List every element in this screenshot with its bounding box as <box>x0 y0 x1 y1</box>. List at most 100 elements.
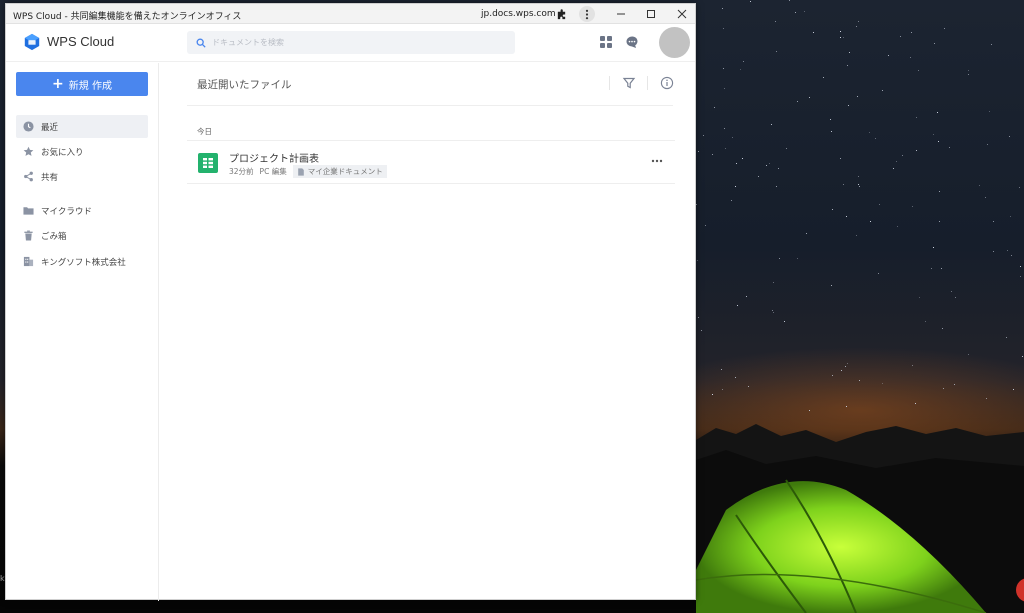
wps-logo-icon[interactable] <box>23 33 41 51</box>
star <box>737 305 738 306</box>
star <box>847 363 848 364</box>
star <box>746 296 747 297</box>
new-create-label: 新規 作成 <box>68 80 112 92</box>
divider <box>647 76 648 90</box>
sidebar-item-label: 最近 <box>41 122 59 133</box>
star <box>991 44 992 45</box>
title-bar: WPS Cloud - 共同編集機能を備えたオンラインオフィス jp.docs.… <box>6 4 695 24</box>
star <box>968 354 969 355</box>
star <box>840 158 841 159</box>
star <box>882 383 883 384</box>
star <box>840 31 841 32</box>
star <box>797 101 798 102</box>
star <box>847 65 848 66</box>
star <box>878 273 879 274</box>
star <box>701 330 702 331</box>
search-input[interactable] <box>212 38 502 47</box>
star <box>773 282 774 283</box>
star <box>925 321 926 322</box>
file-row[interactable]: プロジェクト計画表 32分前 PC 編集 マイ企業ドキュメント <box>187 141 675 184</box>
star <box>849 52 850 53</box>
divider <box>609 76 610 90</box>
star <box>1020 276 1021 277</box>
sidebar-item-label: ごみ箱 <box>41 231 67 242</box>
sidebar-item-trash[interactable]: ごみ箱 <box>16 224 148 247</box>
star <box>882 90 883 91</box>
star <box>848 105 849 106</box>
star <box>989 111 990 112</box>
minimize-icon[interactable] <box>613 6 629 22</box>
star <box>933 247 934 248</box>
puzzle-icon[interactable] <box>553 6 569 22</box>
star <box>797 258 798 259</box>
window-title: WPS Cloud - 共同編集機能を備えたオンラインオフィス <box>13 12 242 22</box>
chat-icon[interactable] <box>625 35 639 49</box>
star <box>743 61 744 62</box>
star <box>1011 255 1012 256</box>
close-icon[interactable] <box>674 6 690 22</box>
star <box>859 380 860 381</box>
location-badge[interactable]: マイ企業ドキュメント <box>292 165 387 178</box>
sidebar-item-recent[interactable]: 最近 <box>16 115 148 138</box>
star <box>949 147 950 148</box>
starry-sky <box>696 0 1024 430</box>
file-name[interactable]: プロジェクト計画表 <box>229 150 319 165</box>
file-action: PC 編集 <box>259 167 287 176</box>
sidebar-item-shared[interactable]: 共有 <box>16 165 148 188</box>
star <box>856 26 857 27</box>
star-icon <box>23 146 34 157</box>
star <box>916 150 917 151</box>
star <box>993 251 994 252</box>
star <box>858 21 859 22</box>
more-horizontal-icon[interactable] <box>651 155 663 166</box>
app-header: WPS Cloud <box>6 24 695 62</box>
star <box>916 117 917 118</box>
divider <box>187 105 673 106</box>
star <box>779 258 780 259</box>
filter-icon[interactable] <box>622 76 636 90</box>
star <box>1022 356 1023 357</box>
sidebar-item-company[interactable]: キングソフト株式会社 <box>16 250 148 273</box>
star <box>993 221 994 222</box>
star <box>939 191 940 192</box>
star <box>831 131 832 132</box>
star <box>698 151 699 152</box>
sidebar-item-my-cloud[interactable]: マイクラウド <box>16 199 148 222</box>
star <box>931 268 932 269</box>
url-text[interactable]: jp.docs.wps.com <box>481 9 556 19</box>
new-create-button[interactable]: + 新規 作成 <box>16 72 148 96</box>
desktop-edge-text: k <box>0 574 5 583</box>
star <box>703 135 704 136</box>
star <box>888 55 889 56</box>
page-title: 最近開いたファイル <box>197 79 292 91</box>
main-content: 最近開いたファイル 今日 プロジェクト計画表 32分前 PC 編集 マイ企業ドキ… <box>159 63 696 601</box>
star <box>823 77 824 78</box>
sidebar-item-favorites[interactable]: お気に入り <box>16 140 148 163</box>
star <box>809 410 810 411</box>
star <box>696 204 697 205</box>
star <box>858 176 859 177</box>
more-vertical-icon[interactable] <box>579 6 595 22</box>
star <box>831 285 832 286</box>
star <box>941 268 942 269</box>
star <box>870 221 871 222</box>
star <box>896 161 897 162</box>
spreadsheet-icon <box>198 153 218 173</box>
user-avatar[interactable] <box>659 27 690 58</box>
star <box>843 184 844 185</box>
document-icon <box>297 167 304 176</box>
apps-grid-icon[interactable] <box>599 35 613 49</box>
trash-icon <box>23 230 34 241</box>
star <box>804 11 805 12</box>
info-icon[interactable] <box>660 76 674 90</box>
star <box>1010 216 1011 217</box>
star <box>1006 337 1007 338</box>
star <box>859 186 860 187</box>
star <box>944 28 945 29</box>
star <box>979 185 980 186</box>
star <box>934 43 935 44</box>
star <box>986 398 987 399</box>
search-box[interactable] <box>187 31 515 54</box>
maximize-icon[interactable] <box>643 6 659 22</box>
star <box>858 184 859 185</box>
